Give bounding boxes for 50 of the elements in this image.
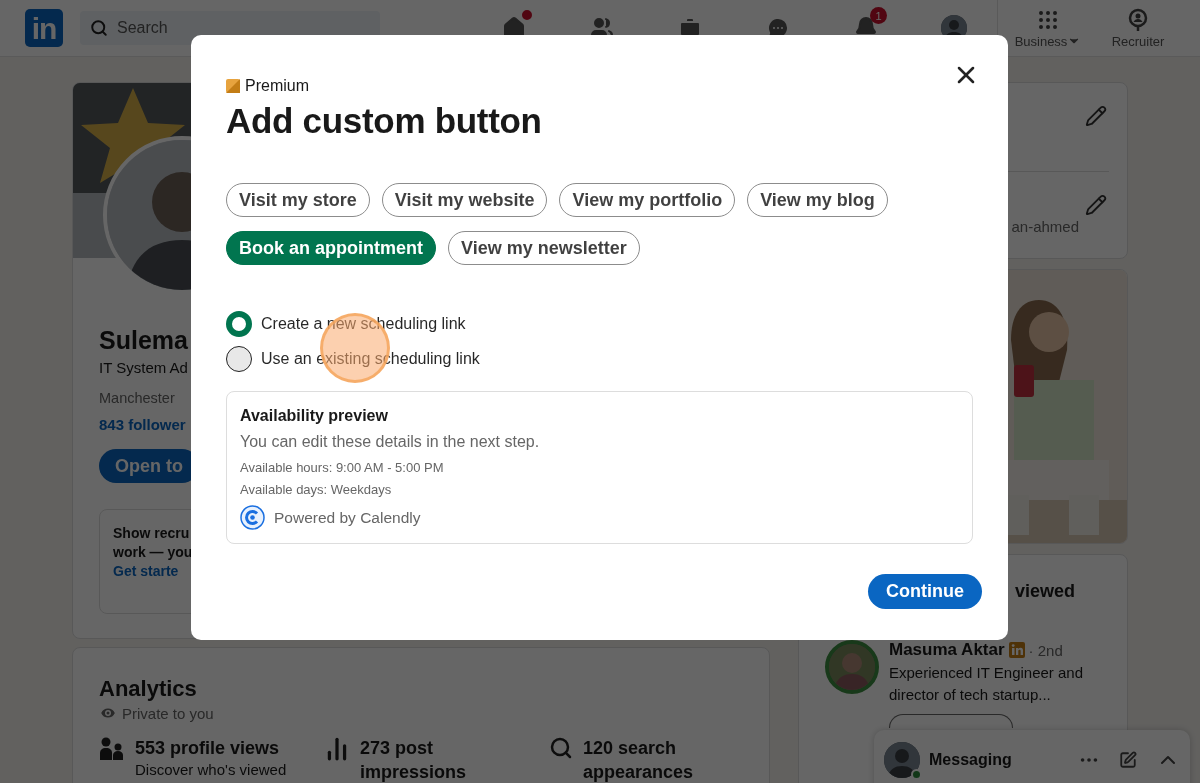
profile-headline: IT System Ad	[99, 359, 188, 376]
days-text: Available days: Weekdays	[240, 482, 393, 497]
profile-location: Manchester	[99, 390, 175, 406]
notification-count: 1	[870, 7, 887, 24]
section-title: Analytics	[99, 676, 198, 702]
option-chip[interactable]: Book an appointment	[226, 231, 436, 265]
profile-name: Sulema	[99, 326, 188, 355]
person-headline: Experienced IT Engineer and director of tech startup...	[889, 663, 1085, 705]
prompt-text: Show recru	[113, 524, 190, 543]
radio-button[interactable]	[226, 346, 252, 372]
preview-note: You can edit these details in the next step.	[240, 433, 541, 451]
stat-title[interactable]: 553 profile views	[135, 736, 315, 760]
messaging-bar[interactable]: Messaging	[874, 730, 1190, 783]
stat-title[interactable]: 273 post impressions	[360, 736, 510, 783]
search-icon	[549, 736, 573, 760]
calendly-icon	[240, 505, 265, 530]
pencil-icon[interactable]	[1085, 194, 1107, 216]
premium-icon	[226, 79, 240, 93]
option-chip[interactable]: Visit my store	[226, 183, 370, 217]
continue-button[interactable]: Continue	[868, 574, 982, 609]
dialog-title: Add custom button	[226, 101, 543, 141]
option-chip[interactable]: View my blog	[747, 183, 888, 217]
premium-icon	[1008, 642, 1025, 658]
recruiter-icon	[1126, 7, 1150, 32]
preview-title: Availability preview	[240, 407, 389, 425]
search-icon	[90, 19, 108, 37]
compose-icon[interactable]	[1119, 751, 1137, 769]
section-title: viewed	[1015, 581, 1077, 602]
radio-button[interactable]	[226, 311, 252, 337]
prompt-text: work — you	[113, 543, 193, 562]
stat-title[interactable]: 120 search appearances	[583, 736, 733, 783]
messaging-title: Messaging	[929, 751, 1013, 769]
privacy-note: Private to you	[122, 704, 214, 722]
stat-subtitle: Discover who's viewed	[135, 760, 288, 780]
nav-item[interactable]: Business	[998, 7, 1098, 49]
profile-url: an-ahmed	[1011, 218, 1079, 235]
option-chip[interactable]: View my newsletter	[448, 231, 640, 265]
connection-degree: · 2nd	[1028, 641, 1063, 659]
pencil-icon[interactable]	[1085, 105, 1107, 127]
hours-text: Available hours: 9:00 AM - 5:00 PM	[240, 460, 445, 475]
avatar	[884, 742, 920, 778]
premium-label: Premium	[245, 77, 309, 95]
option-chip[interactable]: View my portfolio	[559, 183, 736, 217]
get-started-link[interactable]: Get starte	[113, 563, 179, 579]
nav-item[interactable]: Recruiter	[1098, 7, 1178, 49]
option-chip[interactable]: Visit my website	[381, 183, 548, 217]
people-icon	[99, 736, 125, 762]
provider-text: Powered by Calendly	[274, 508, 421, 527]
logo[interactable]: in	[25, 9, 63, 47]
person-name[interactable]: Masuma Aktar	[889, 640, 1005, 660]
